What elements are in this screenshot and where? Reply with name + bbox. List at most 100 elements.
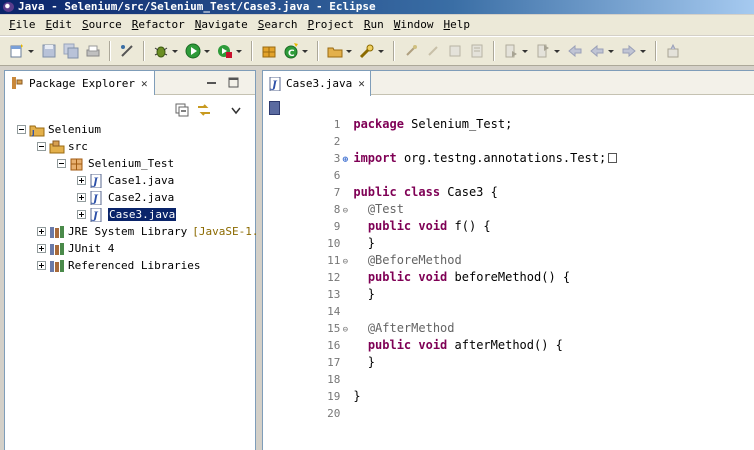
code-line: 13 } xyxy=(327,287,376,301)
tree-item-jre-system-library[interactable]: JRE System Library [JavaSE-1. xyxy=(37,223,258,240)
debug-icon[interactable] xyxy=(153,43,169,59)
save-icon[interactable] xyxy=(41,43,57,59)
menu-help[interactable]: Help xyxy=(438,16,475,34)
show-whitespace-icon[interactable] xyxy=(447,43,463,59)
last-edit-icon[interactable] xyxy=(567,43,583,59)
tab-package-explorer[interactable]: Package Explorer ✕ xyxy=(5,71,155,95)
toolbar-separator xyxy=(143,41,145,61)
expand-toggle-icon[interactable] xyxy=(37,244,46,253)
tree-item-case3[interactable]: J Case3.java xyxy=(77,206,177,223)
annotation-next-icon[interactable] xyxy=(503,43,519,59)
menu-source[interactable]: Source xyxy=(77,16,127,34)
collapse-all-icon[interactable] xyxy=(175,103,189,120)
annotation-next-dropdown-arrow[interactable] xyxy=(522,43,528,59)
tree-item-selenium-test[interactable]: Selenium_Test xyxy=(57,155,174,172)
tree-item-junit4[interactable]: JUnit 4 xyxy=(37,240,114,257)
tree-item-case2[interactable]: J Case2.java xyxy=(77,189,174,206)
new-wizard-icon[interactable] xyxy=(9,43,25,59)
window-title-bar: Java - Selenium/src/Selenium_Test/Case3.… xyxy=(0,0,754,14)
view-menu-chevron-icon[interactable] xyxy=(231,105,241,118)
java-file-icon: J xyxy=(89,173,105,188)
code-line: 2 xyxy=(333,135,341,148)
window-title: Java - Selenium/src/Selenium_Test/Case3.… xyxy=(18,0,376,13)
code-line: 19} xyxy=(327,389,361,403)
expand-toggle-icon[interactable] xyxy=(37,261,46,270)
menu-bar: File Edit Source Refactor Navigate Searc… xyxy=(0,15,754,35)
library-icon xyxy=(49,225,65,239)
annotation-prev-dropdown-arrow[interactable] xyxy=(554,43,560,59)
expand-toggle-icon[interactable] xyxy=(77,176,86,185)
search-dropdown-arrow[interactable] xyxy=(378,43,384,59)
close-icon[interactable]: ✕ xyxy=(141,77,148,90)
print-icon[interactable] xyxy=(85,43,101,59)
package-explorer-view: Package Explorer ✕ J Selenium src Seleni… xyxy=(4,70,258,450)
close-icon[interactable]: ✕ xyxy=(358,77,365,90)
link-with-editor-icon[interactable] xyxy=(196,102,212,121)
code-line: 20 xyxy=(327,407,341,420)
menu-search[interactable]: Search xyxy=(253,16,303,34)
save-all-icon[interactable] xyxy=(63,43,79,59)
mark-occurrences-icon[interactable] xyxy=(403,43,419,59)
java-file-icon: J xyxy=(269,76,281,91)
search-icon[interactable] xyxy=(359,43,375,59)
vertical-ruler xyxy=(263,97,283,450)
code-line: 12 public void beforeMethod() { xyxy=(327,270,571,284)
tree-item-selenium[interactable]: J Selenium xyxy=(17,121,101,138)
run-dropdown-arrow[interactable] xyxy=(204,43,210,59)
run-icon[interactable] xyxy=(185,43,201,59)
menu-file[interactable]: File xyxy=(4,16,41,34)
external-tools-icon[interactable] xyxy=(217,43,233,59)
code-line: 14 xyxy=(327,305,341,318)
code-line: 10 } xyxy=(327,236,376,250)
debug-dropdown-arrow[interactable] xyxy=(172,43,178,59)
collapse-toggle-icon[interactable] xyxy=(17,125,26,134)
block-selection-icon[interactable] xyxy=(425,43,441,59)
show-source-icon[interactable] xyxy=(469,43,485,59)
collapse-toggle-icon[interactable] xyxy=(37,142,46,151)
code-line: 8 ⊖ @Test xyxy=(281,184,404,216)
menu-refactor[interactable]: Refactor xyxy=(127,16,190,34)
library-decoration: [JavaSE-1. xyxy=(192,225,259,238)
toolbar-separator xyxy=(251,41,253,61)
annotation-prev-icon[interactable] xyxy=(535,43,551,59)
external-tools-dropdown-arrow[interactable] xyxy=(236,43,242,59)
package-explorer-icon xyxy=(11,76,23,90)
back-icon[interactable] xyxy=(589,43,605,59)
new-class-icon[interactable]: C xyxy=(283,43,299,59)
menu-edit[interactable]: Edit xyxy=(41,16,78,34)
maximize-icon[interactable] xyxy=(228,77,239,88)
expand-toggle-icon[interactable] xyxy=(77,210,86,219)
menu-project[interactable]: Project xyxy=(302,16,358,34)
back-dropdown-arrow[interactable] xyxy=(608,43,614,59)
package-icon xyxy=(69,157,85,171)
toolbar-separator xyxy=(493,41,495,61)
new-java-project-icon[interactable] xyxy=(261,43,277,59)
pin-editor-icon[interactable] xyxy=(665,43,681,59)
source-folder-icon xyxy=(49,140,65,154)
tree-item-src[interactable]: src xyxy=(37,138,88,155)
collapsed-region-icon[interactable] xyxy=(608,153,618,163)
open-type-dropdown-arrow[interactable] xyxy=(346,43,352,59)
expand-toggle-icon[interactable] xyxy=(77,193,86,202)
menu-window[interactable]: Window xyxy=(389,16,439,34)
editor-area: J Case3.java ✕ 1 package Selenium_Test; 2… xyxy=(262,70,754,450)
open-type-icon[interactable] xyxy=(327,43,343,59)
java-file-icon: J xyxy=(89,190,105,205)
view-toolbar xyxy=(5,96,255,118)
tree-item-case1[interactable]: J Case1.java xyxy=(77,172,174,189)
forward-icon[interactable] xyxy=(621,43,637,59)
menu-run[interactable]: Run xyxy=(359,16,389,34)
minimize-icon[interactable] xyxy=(206,77,217,88)
selected-tree-label: Case3.java xyxy=(108,208,177,221)
collapse-toggle-icon[interactable] xyxy=(57,159,66,168)
new-dropdown-arrow[interactable] xyxy=(28,43,34,59)
tab-case3-java[interactable]: J Case3.java ✕ xyxy=(263,71,371,96)
main-toolbar: C xyxy=(0,36,754,66)
menu-navigate[interactable]: Navigate xyxy=(190,16,253,34)
expand-toggle-icon[interactable] xyxy=(37,227,46,236)
editor-tab-label: Case3.java xyxy=(286,77,353,90)
toggle-breadcrumb-icon[interactable] xyxy=(119,43,135,59)
tree-item-referenced-libraries[interactable]: Referenced Libraries xyxy=(37,257,200,274)
new-class-dropdown-arrow[interactable] xyxy=(302,43,308,59)
forward-dropdown-arrow[interactable] xyxy=(640,43,646,59)
